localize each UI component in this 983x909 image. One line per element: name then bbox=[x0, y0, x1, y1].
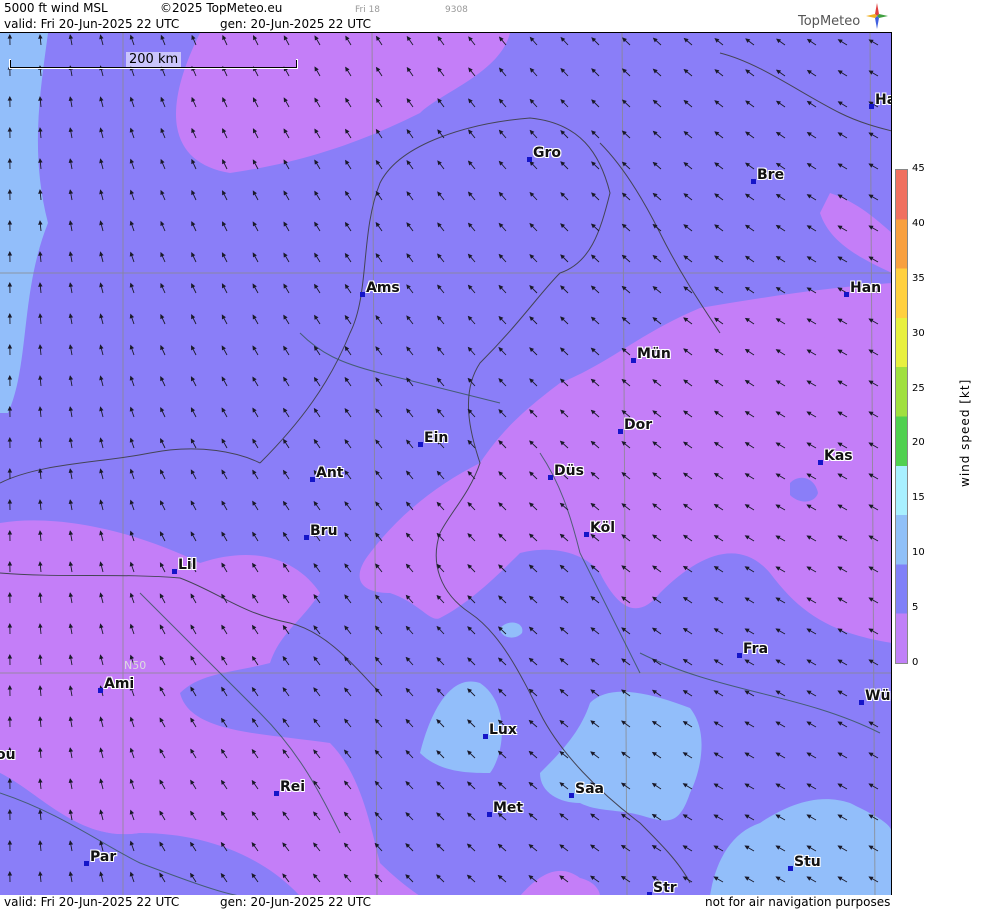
legend-tick: 25 bbox=[912, 383, 925, 394]
wind-map[interactable]: 200 km N50 Ha Gro Bre Ams Han Mün Dor Ei… bbox=[0, 32, 892, 895]
legend-tick: 30 bbox=[912, 328, 925, 339]
legend-tick: 35 bbox=[912, 273, 925, 284]
valid-time: valid: Fri 20-Jun-2025 22 UTC bbox=[4, 17, 180, 31]
scale-label: 200 km bbox=[126, 52, 182, 67]
footer-generated: gen: 20-Jun-2025 22 UTC bbox=[220, 895, 372, 909]
map-footer: valid: Fri 20-Jun-2025 22 UTC gen: 20-Ju… bbox=[0, 895, 892, 909]
wind-map-canvas bbox=[0, 33, 891, 895]
legend-tick: 10 bbox=[912, 547, 925, 558]
latitude-label: N50 bbox=[124, 659, 147, 672]
color-legend: 45 40 35 30 25 20 15 10 5 0 wind speed [… bbox=[892, 32, 983, 909]
disclaimer: not for air navigation purposes bbox=[705, 895, 891, 909]
compass-icon bbox=[866, 3, 888, 29]
legend-unit-label: wind speed [kt] bbox=[958, 378, 972, 487]
map-header: 5000 ft wind MSL ©2025 TopMeteo.eu Fri 1… bbox=[0, 0, 983, 32]
legend-tick: 0 bbox=[912, 657, 919, 668]
legend-tick: 20 bbox=[912, 437, 925, 448]
logo-text: TopMeteo bbox=[798, 14, 861, 29]
legend-tick: 5 bbox=[912, 602, 919, 613]
topmeteo-logo: TopMeteo bbox=[798, 3, 890, 31]
legend-tick: 45 bbox=[912, 163, 925, 174]
legend-color-bar bbox=[895, 169, 908, 664]
legend-tick: 40 bbox=[912, 218, 925, 229]
legend-tick: 15 bbox=[912, 492, 925, 503]
product-title: 5000 ft wind MSL bbox=[4, 1, 108, 15]
footer-valid: valid: Fri 20-Jun-2025 22 UTC bbox=[4, 895, 180, 909]
tiny-code: 9308 bbox=[445, 5, 468, 15]
copyright: ©2025 TopMeteo.eu bbox=[160, 1, 283, 15]
tiny-day: Fri 18 bbox=[355, 5, 381, 15]
generated-time: gen: 20-Jun-2025 22 UTC bbox=[220, 17, 372, 31]
